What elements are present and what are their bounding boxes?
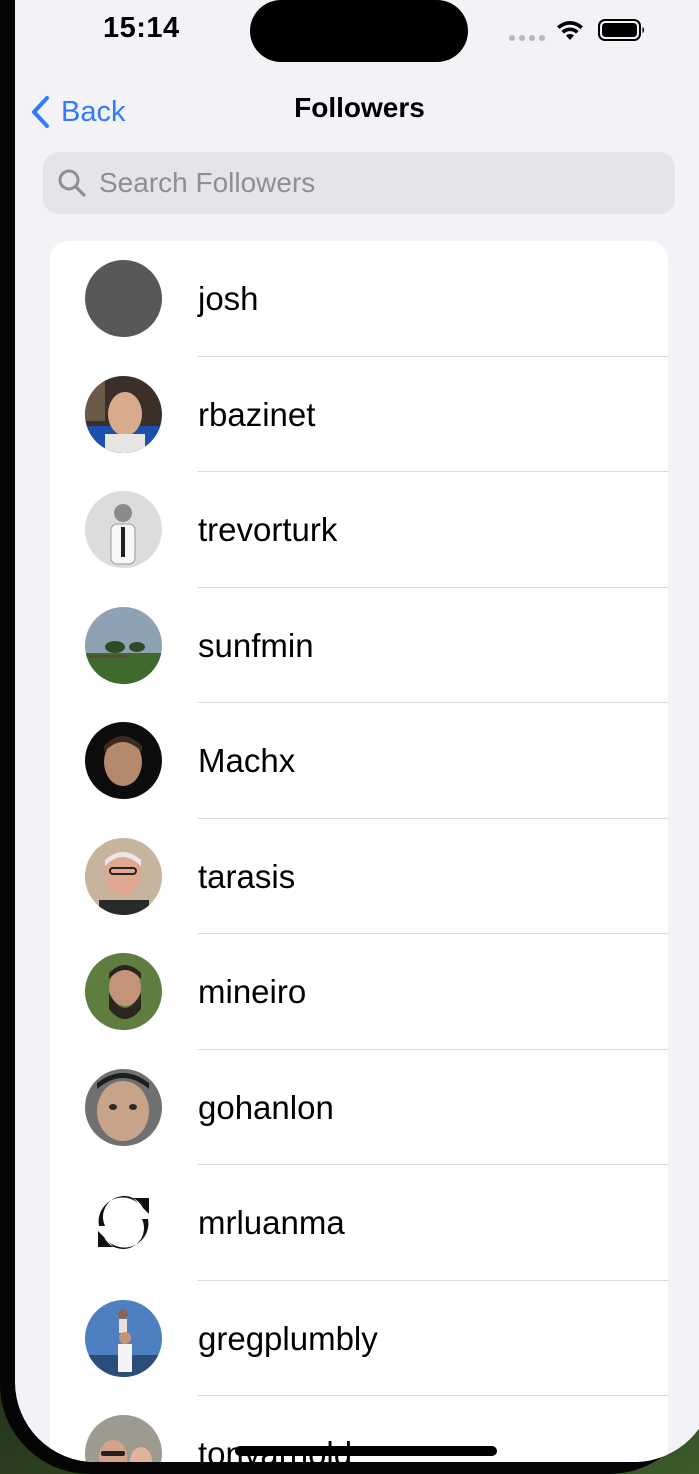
follower-row[interactable]: rbazinet bbox=[50, 357, 668, 472]
avatar bbox=[85, 1184, 162, 1261]
follower-username: mrluanma bbox=[198, 1204, 345, 1241]
avatar bbox=[85, 953, 162, 1030]
avatar bbox=[85, 1415, 162, 1462]
battery-icon bbox=[598, 19, 644, 41]
avatar bbox=[85, 837, 162, 915]
follower-username: sunfmin bbox=[198, 626, 314, 664]
home-indicator[interactable] bbox=[235, 1446, 497, 1456]
follower-row[interactable]: Machx bbox=[50, 703, 668, 819]
follower-row[interactable]: josh bbox=[50, 241, 668, 357]
avatar bbox=[85, 260, 162, 337]
screen: 15:14 Back Followers Search Followers jo… bbox=[15, 0, 699, 1462]
follower-username: gohanlon bbox=[198, 1088, 334, 1126]
avatar bbox=[85, 491, 162, 568]
follower-username: gregplumbly bbox=[198, 1319, 378, 1357]
cellular-signal-icon bbox=[509, 35, 545, 41]
search-input[interactable] bbox=[99, 167, 659, 199]
follower-row[interactable]: trevorturk bbox=[50, 472, 668, 588]
follower-row[interactable]: mrluanma bbox=[50, 1165, 668, 1281]
avatar bbox=[85, 1068, 162, 1146]
followers-list: josh rbazinet trevorturk sunfmin Machx t… bbox=[50, 241, 668, 1462]
follower-username: trevorturk bbox=[198, 511, 338, 548]
follower-row[interactable]: gregplumbly bbox=[50, 1281, 668, 1396]
avatar bbox=[85, 606, 162, 684]
wifi-icon bbox=[557, 21, 583, 40]
dynamic-island bbox=[250, 0, 468, 62]
follower-row[interactable]: gohanlon bbox=[50, 1050, 668, 1165]
follower-username: Machx bbox=[198, 742, 296, 779]
follower-row[interactable]: sunfmin bbox=[50, 588, 668, 703]
follower-username: rbazinet bbox=[198, 395, 316, 433]
avatar bbox=[85, 722, 162, 799]
follower-username: mineiro bbox=[198, 973, 307, 1010]
follower-row[interactable]: tarasis bbox=[50, 819, 668, 934]
follower-row[interactable]: mineiro bbox=[50, 934, 668, 1050]
avatar bbox=[85, 1299, 162, 1377]
avatar bbox=[85, 375, 162, 453]
search-bar[interactable] bbox=[43, 152, 675, 214]
search-icon bbox=[58, 169, 86, 197]
device-background: 15:14 Back Followers Search Followers jo… bbox=[0, 0, 699, 1474]
follower-username: josh bbox=[198, 280, 259, 317]
status-time: 15:14 bbox=[103, 12, 180, 44]
follower-username: tarasis bbox=[198, 857, 296, 895]
page-title: Followers bbox=[294, 92, 425, 123]
